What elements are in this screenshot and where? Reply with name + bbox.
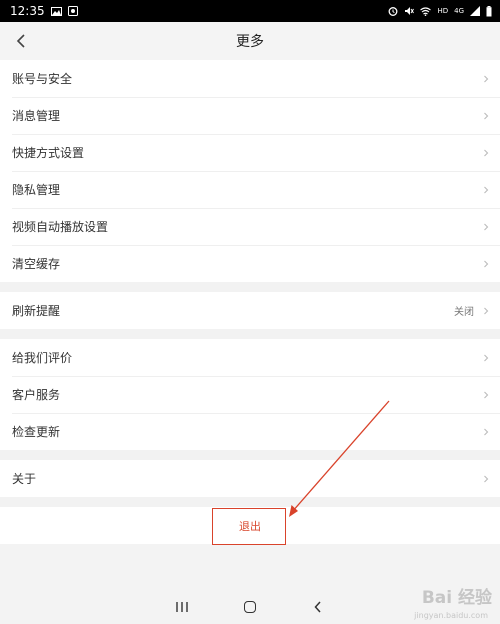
settings-item-shortcut-settings[interactable]: 快捷方式设置: [0, 134, 500, 171]
settings-item-label: 视频自动播放设置: [12, 220, 109, 234]
settings-item-label: 清空缓存: [12, 257, 61, 271]
notification-icon: [67, 6, 78, 16]
mute-icon: [404, 6, 415, 16]
chevron-left-icon: [314, 601, 321, 613]
settings-item-label: 隐私管理: [12, 183, 61, 197]
settings-item-label: 刷新提醒: [12, 304, 61, 318]
refresh-reminder-value: 关闭: [454, 307, 474, 318]
settings-item-about[interactable]: 关于: [0, 460, 500, 497]
status-right: HD 4G: [388, 5, 492, 17]
status-time: 12:35: [10, 4, 45, 18]
settings-group-account: 账号与安全 消息管理 快捷方式设置 隐私管理 视频自动播放设置 清空缓存: [0, 60, 500, 282]
section-divider: [0, 450, 500, 460]
wifi-icon: [420, 6, 432, 16]
annotation-highlight-box: [212, 508, 286, 545]
settings-item-account-security[interactable]: 账号与安全: [0, 60, 500, 97]
chevron-right-icon: [482, 259, 490, 269]
settings-item-message-management[interactable]: 消息管理: [0, 97, 500, 134]
back-button[interactable]: [6, 26, 36, 56]
settings-group-refresh: 刷新提醒 关闭: [0, 292, 500, 329]
chevron-right-icon: [482, 185, 490, 195]
image-icon: [50, 6, 62, 16]
home-icon: [244, 601, 256, 613]
chevron-right-icon: [482, 390, 490, 400]
settings-item-label: 快捷方式设置: [12, 146, 85, 160]
network-label: 4G: [454, 6, 464, 15]
settings-item-refresh-reminder[interactable]: 刷新提醒 关闭: [0, 292, 500, 329]
settings-list: 账号与安全 消息管理 快捷方式设置 隐私管理 视频自动播放设置 清空缓存 刷新提…: [0, 60, 500, 544]
settings-item-label: 关于: [12, 472, 37, 486]
signal-icon: [470, 6, 480, 16]
battery-icon: [486, 5, 492, 17]
chevron-left-icon: [16, 34, 25, 48]
section-divider: [0, 329, 500, 339]
settings-item-rate-us[interactable]: 给我们评价: [0, 339, 500, 376]
chevron-right-icon: [482, 111, 490, 121]
settings-item-check-updates[interactable]: 检查更新: [0, 413, 500, 450]
chevron-right-icon: [482, 353, 490, 363]
settings-item-label: 账号与安全: [12, 72, 73, 86]
settings-group-about: 关于: [0, 460, 500, 497]
chevron-right-icon: [482, 74, 490, 84]
settings-item-label: 客户服务: [12, 388, 61, 402]
settings-group-support: 给我们评价 客户服务 检查更新: [0, 339, 500, 450]
chevron-right-icon: [482, 427, 490, 437]
home-button[interactable]: [240, 597, 260, 617]
chevron-right-icon: [482, 306, 490, 316]
settings-item-video-autoplay[interactable]: 视频自动播放设置: [0, 208, 500, 245]
status-left: 12:35: [10, 4, 78, 18]
page-title: 更多: [236, 34, 264, 50]
chevron-right-icon: [482, 474, 490, 484]
recent-apps-button[interactable]: [172, 597, 192, 617]
watermark-subtext: jingyan.baidu.com: [414, 611, 488, 620]
settings-item-privacy-management[interactable]: 隐私管理: [0, 171, 500, 208]
settings-item-label: 检查更新: [12, 425, 61, 439]
settings-item-label: 消息管理: [12, 109, 61, 123]
chevron-right-icon: [482, 222, 490, 232]
settings-item-label: 给我们评价: [12, 351, 73, 365]
section-divider: [0, 282, 500, 292]
status-bar: 12:35 HD 4G: [0, 0, 500, 22]
hd-icon: HD: [437, 6, 449, 15]
recent-apps-icon: [176, 602, 188, 612]
system-back-button[interactable]: [308, 597, 328, 617]
settings-item-customer-service[interactable]: 客户服务: [0, 376, 500, 413]
alarm-icon: [388, 6, 398, 16]
watermark-text: Bai 经验: [421, 588, 492, 608]
settings-item-clear-cache[interactable]: 清空缓存: [0, 245, 500, 282]
section-divider: [0, 497, 500, 507]
watermark: Bai 经验: [422, 583, 492, 608]
chevron-right-icon: [482, 148, 490, 158]
nav-bar: 更多: [0, 22, 500, 60]
